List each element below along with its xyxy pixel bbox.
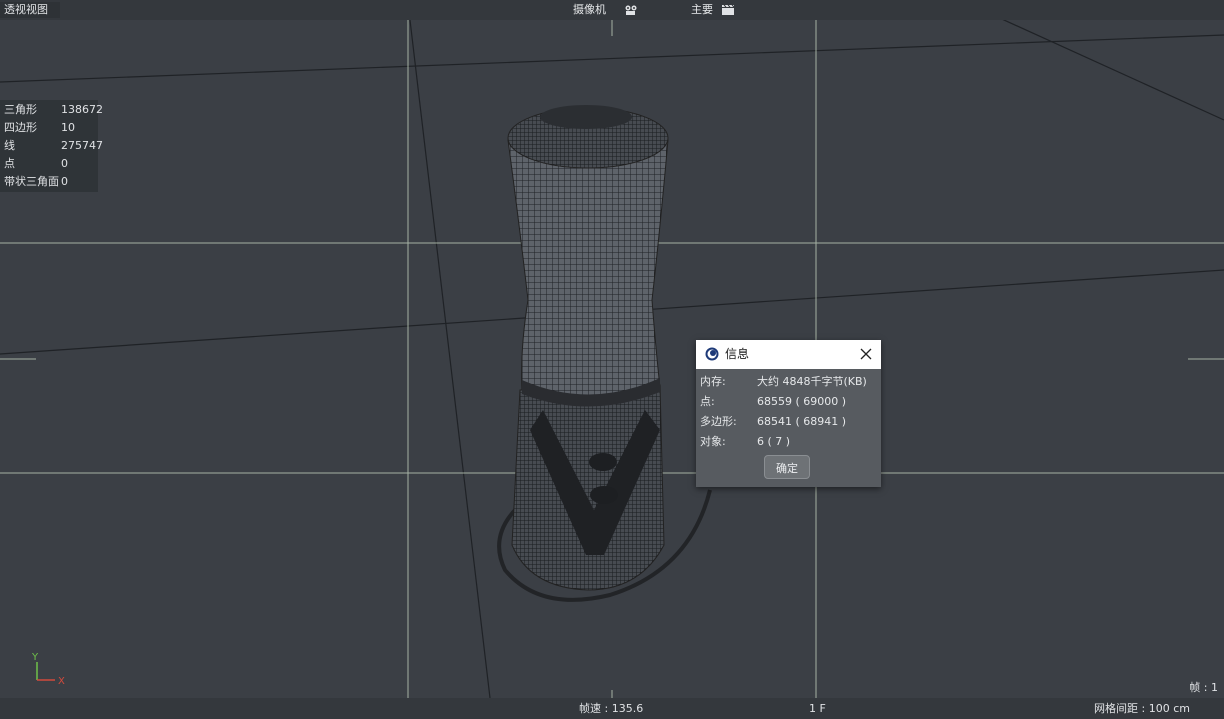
- stat-value: 0: [61, 157, 68, 170]
- camera-menu-label: 摄像机: [573, 3, 606, 16]
- camera-icon: [625, 5, 636, 15]
- info-label: 多边形:: [700, 415, 737, 428]
- axis-y-label: Y: [31, 652, 39, 663]
- cinema4d-logo-icon: [705, 347, 719, 361]
- polygon-stats-panel: 三角形 138672 四边形 10 线 275747 点 0 带状三角面 0: [0, 100, 103, 192]
- info-value: 大约 4848千字节(KB): [757, 375, 867, 388]
- viewport-status-bar: 帧速 : 135.6 1 F 网格间距 : 100 cm: [0, 698, 1224, 719]
- dialog-titlebar[interactable]: 信息: [696, 340, 881, 369]
- perspective-viewport[interactable]: Y X: [0, 0, 1224, 719]
- stat-value: 10: [61, 121, 75, 134]
- info-dialog: 信息 内存: 大约 4848千字节(KB) 点: 68559 ( 69000 )…: [696, 340, 881, 487]
- stat-row-lines: 线 275747: [0, 137, 103, 155]
- display-menu[interactable]: 主要: [691, 2, 735, 18]
- viewport-title[interactable]: 透视视图: [0, 2, 60, 18]
- stat-value: 138672: [61, 103, 103, 116]
- close-icon: [860, 348, 872, 360]
- info-value: 68541 ( 68941 ): [757, 415, 847, 428]
- fps-readout: 帧速 : 135.6: [579, 702, 644, 715]
- info-label: 对象:: [700, 435, 726, 448]
- info-label: 点:: [700, 395, 715, 408]
- stat-value: 275747: [61, 139, 103, 152]
- stat-label: 四边形: [4, 121, 37, 134]
- viewport-header: 透视视图 摄像机 主要: [0, 0, 1224, 20]
- stat-label: 三角形: [4, 103, 37, 116]
- info-value: 6 ( 7 ): [757, 435, 791, 448]
- ok-button[interactable]: 确定: [764, 455, 810, 479]
- info-value: 68559 ( 69000 ): [757, 395, 847, 408]
- axis-x-label: X: [58, 676, 65, 687]
- info-row-memory: 内存: 大约 4848千字节(KB): [696, 372, 881, 392]
- info-row-polygons: 多边形: 68541 ( 68941 ): [696, 412, 881, 432]
- info-row-points: 点: 68559 ( 69000 ): [696, 392, 881, 412]
- stat-row-points: 点 0: [0, 155, 98, 173]
- camera-menu[interactable]: 摄像机: [573, 2, 638, 18]
- info-label: 内存:: [700, 375, 726, 388]
- stat-value: 0: [61, 175, 68, 188]
- info-row-objects: 对象: 6 ( 7 ): [696, 432, 881, 452]
- stat-row-quads: 四边形 10: [0, 119, 98, 137]
- stat-label: 线: [4, 139, 15, 152]
- frame-readout: 1 F: [809, 702, 826, 715]
- display-menu-label: 主要: [691, 3, 713, 16]
- stat-row-triangles: 三角形 138672: [0, 101, 103, 119]
- dialog-title: 信息: [725, 347, 750, 361]
- close-button[interactable]: [857, 345, 875, 363]
- frame-counter: 帧 : 1: [1189, 681, 1218, 694]
- stat-label: 点: [4, 157, 15, 170]
- grid-spacing-readout: 网格间距 : 100 cm: [1094, 702, 1190, 715]
- stat-row-triangle-strips: 带状三角面 0: [0, 173, 98, 191]
- stat-label: 带状三角面: [4, 175, 59, 188]
- clapperboard-icon: [721, 4, 734, 15]
